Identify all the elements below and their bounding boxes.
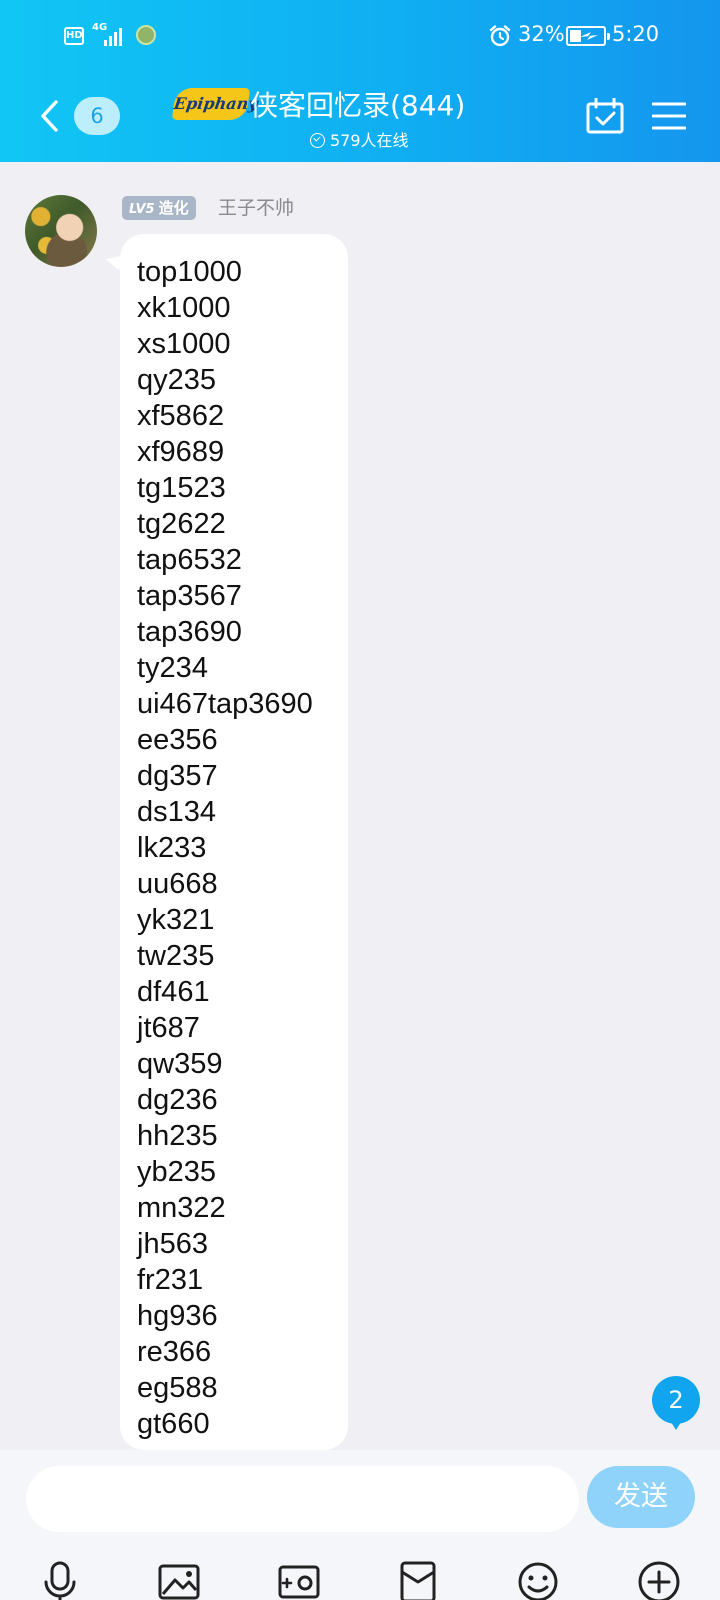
battery-percent: 32% (518, 22, 565, 46)
message-line: xf5862 (137, 400, 225, 432)
message-line: qy235 (137, 364, 217, 396)
message-line: dg236 (137, 1084, 218, 1116)
message-line: hh235 (137, 1120, 218, 1152)
sender-avatar[interactable] (25, 195, 97, 267)
level-number: LV5 (129, 202, 155, 217)
plus-icon[interactable] (637, 1560, 681, 1600)
chat-header: HD 4G 32% 5:20 6 Epiphany 侠客回忆录(844) 579… (0, 0, 720, 162)
message-line: qw359 (137, 1048, 223, 1080)
message-line: tap3567 (137, 580, 242, 612)
hd-indicator: HD (64, 27, 84, 45)
level-badge: LV5 造化 (122, 196, 196, 220)
message-line: xs1000 (137, 328, 231, 360)
message-line: df461 (137, 976, 210, 1008)
message-line: xk1000 (137, 292, 231, 324)
message-line: fr231 (137, 1264, 204, 1296)
status-bar: HD 4G 32% 5:20 (0, 0, 720, 72)
message-line: yb235 (137, 1156, 217, 1188)
message-line: tg2622 (137, 508, 226, 540)
message-line: lk233 (137, 832, 207, 864)
image-icon[interactable] (157, 1560, 201, 1600)
red-packet-icon[interactable] (396, 1560, 440, 1600)
battery-icon (566, 26, 610, 46)
calendar-icon[interactable] (586, 98, 624, 134)
message-line: eg588 (137, 1372, 218, 1404)
message-line: uu668 (137, 868, 218, 900)
message-line: tg1523 (137, 472, 226, 504)
send-button[interactable]: 发送 (587, 1466, 695, 1528)
message-line: jt687 (137, 1012, 200, 1044)
message-text: top1000 xk1000 xs1000 qy235 xf5862 xf9689 tg15… (137, 254, 313, 1442)
message-line: tap3690 (137, 616, 242, 648)
message-line: gt660 (137, 1408, 210, 1440)
message-line: top1000 (137, 256, 242, 288)
group-logo: Epiphany (171, 88, 259, 120)
group-title[interactable]: 侠客回忆录(844) (250, 84, 465, 124)
back-icon[interactable] (38, 98, 62, 134)
unread-count-badge[interactable]: 6 (74, 97, 120, 135)
message-line: jh563 (137, 1228, 208, 1260)
signal-icon (104, 28, 128, 46)
message-line: mn322 (137, 1192, 226, 1224)
message-line: ty234 (137, 652, 208, 684)
app-notification-icon (136, 25, 156, 45)
emoji-icon[interactable] (516, 1560, 560, 1600)
new-messages-badge[interactable]: 2 (652, 1376, 700, 1430)
message-line: tw235 (137, 940, 215, 972)
message-input[interactable] (26, 1466, 579, 1532)
message-line: tap6532 (137, 544, 242, 576)
online-count[interactable]: 579人在线 (310, 127, 409, 151)
message-line: hg936 (137, 1300, 218, 1332)
level-title: 造化 (158, 199, 189, 217)
microphone-icon[interactable] (38, 1560, 82, 1600)
online-check-icon (310, 133, 325, 148)
message-line: ui467tap3690 (137, 688, 313, 720)
message-line: yk321 (137, 904, 215, 936)
message-line: ds134 (137, 796, 217, 828)
camera-icon[interactable] (277, 1560, 321, 1600)
message-line: dg357 (137, 760, 218, 792)
online-count-text: 579人在线 (330, 131, 409, 150)
message-line: ee356 (137, 724, 218, 756)
message-line: xf9689 (137, 436, 225, 468)
input-area: 发送 (0, 1450, 720, 1600)
menu-icon[interactable] (652, 102, 686, 130)
alarm-icon (489, 25, 511, 47)
sender-name[interactable]: 王子不帅 (218, 196, 294, 220)
message-line: re366 (137, 1336, 212, 1368)
clock: 5:20 (612, 22, 660, 46)
